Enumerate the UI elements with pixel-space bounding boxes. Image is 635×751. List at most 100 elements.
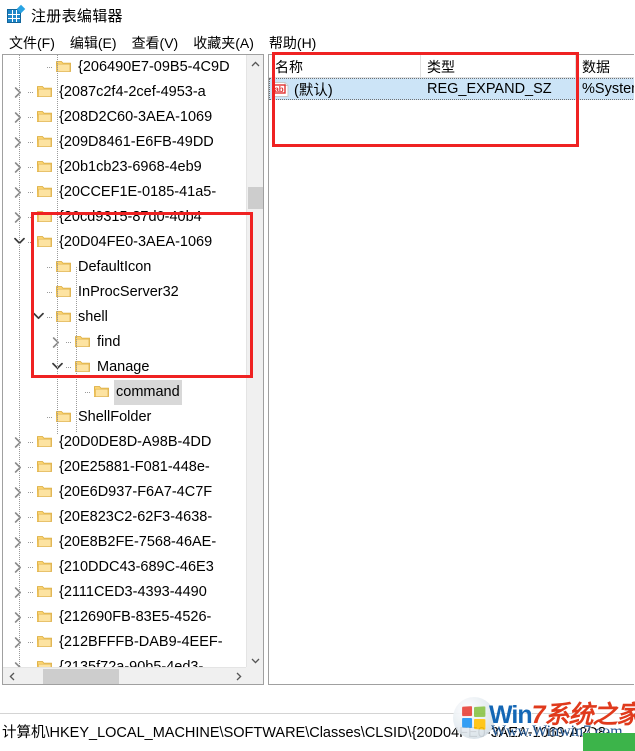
value-name-text: (默认) (294, 82, 333, 99)
tree-node[interactable]: {20E823C2-62F3-4638- (3, 505, 247, 530)
tree-vscroll-thumb[interactable] (248, 187, 263, 209)
tree-node-label: InProcServer32 (78, 284, 179, 300)
tree-node-label: {20CCEF1E-0185-41a5- (59, 184, 217, 200)
column-header-data[interactable]: 数据 (576, 55, 634, 78)
tree-hscroll-thumb[interactable] (43, 669, 119, 684)
registry-editor-icon (6, 4, 26, 24)
tree-node-label: {20E25881-F081-448e- (59, 459, 210, 475)
tree-node[interactable]: {212690FB-83E5-4526- (3, 605, 247, 630)
tree-connector (28, 630, 36, 655)
tree-node-label: shell (78, 309, 108, 325)
folder-icon (36, 605, 53, 630)
tree-guide-line (57, 55, 58, 435)
tree-node[interactable]: {20CCEF1E-0185-41a5- (3, 180, 247, 205)
tree-connector (28, 430, 36, 455)
tree-node-label: {209D8461-E6FB-49DD (59, 134, 214, 150)
tree-node[interactable]: {20D04FE0-3AEA-1069 (3, 230, 247, 255)
tree-connector (28, 205, 36, 230)
svg-text:ab: ab (274, 85, 283, 94)
menu-view[interactable]: 查看(V) (126, 32, 188, 54)
tree-node-label: {20E6D937-F6A7-4C7F (59, 484, 213, 500)
tree-node[interactable]: DefaultIcon (3, 255, 247, 280)
tree-connector (28, 180, 36, 205)
tree-connector (28, 155, 36, 180)
tree-node[interactable]: {206490E7-09B5-4C9D (3, 55, 247, 80)
tree-node-label: {208D2C60-3AEA-1069 (59, 109, 213, 125)
tree-node[interactable]: {209D8461-E6FB-49DD (3, 130, 247, 155)
tree-horizontal-scrollbar[interactable] (3, 667, 247, 684)
tree-node[interactable]: {20E25881-F081-448e- (3, 455, 247, 480)
values-list[interactable]: ab (默认) REG_EXPAND_SZ %System (269, 78, 634, 100)
tree-guide-line (19, 55, 20, 669)
tree-connector (28, 130, 36, 155)
tree-node-label: {20cd9315-87d0-40b4 (59, 209, 202, 225)
tree-node-label: {20D0DE8D-A98B-4DD (59, 434, 212, 450)
tree-node[interactable]: {208D2C60-3AEA-1069 (3, 105, 247, 130)
tree-connector (28, 230, 36, 255)
scroll-right-icon[interactable] (230, 668, 247, 684)
tree-node[interactable]: {20E8B2FE-7568-46AE- (3, 530, 247, 555)
registry-tree-panel: {206490E7-09B5-4C9D {2087c2f4-2cef-4953-a… (2, 54, 264, 685)
tree-node[interactable]: {20cd9315-87d0-40b4 (3, 205, 247, 230)
scroll-up-icon[interactable] (247, 55, 263, 72)
menu-edit[interactable]: 编辑(E) (64, 32, 126, 54)
tree-node[interactable]: {20E6D937-F6A7-4C7F (3, 480, 247, 505)
tree-node-label: {206490E7-09B5-4C9D (78, 59, 230, 75)
tree-node[interactable]: InProcServer32 (3, 280, 247, 305)
title-bar: 注册表编辑器 (0, 0, 635, 30)
registry-editor-window: 注册表编辑器 文件(F) 编辑(E) 查看(V) 收藏夹(A) 帮助(H) {2… (0, 0, 635, 751)
tree-node-spacer (30, 405, 47, 430)
tree-node-label: {210DDC43-689C-46E3 (59, 559, 214, 575)
tree-node-label: {212690FB-83E5-4526- (59, 609, 212, 625)
tree-connector (28, 80, 36, 105)
tree-node[interactable]: {20D0DE8D-A98B-4DD (3, 430, 247, 455)
tree-node-label: {20D04FE0-3AEA-1069 (59, 234, 213, 250)
folder-icon (36, 455, 53, 480)
tree-connector (66, 355, 74, 380)
tree-node[interactable]: find (3, 330, 247, 355)
tree-node[interactable]: {20b1cb23-6968-4eb9 (3, 155, 247, 180)
folder-icon (36, 430, 53, 455)
tree-connector (28, 530, 36, 555)
tree-node-spacer (30, 280, 47, 305)
tree-connector (28, 105, 36, 130)
scroll-left-icon[interactable] (3, 668, 20, 684)
folder-icon (36, 480, 53, 505)
tree-vertical-scrollbar[interactable] (246, 55, 263, 669)
tree-node[interactable]: shell (3, 305, 247, 330)
tree-node[interactable]: command (3, 380, 247, 405)
tree-node[interactable]: {210DDC43-689C-46E3 (3, 555, 247, 580)
value-name-cell: ab (默认) (269, 79, 421, 100)
tree-node[interactable]: ShellFolder (3, 405, 247, 430)
tree-connector (28, 555, 36, 580)
tree-node[interactable]: {2087c2f4-2cef-4953-a (3, 80, 247, 105)
column-header-name[interactable]: 名称 (269, 55, 421, 78)
folder-icon (36, 555, 53, 580)
values-column-header: 名称 类型 数据 (269, 55, 634, 78)
tree-connector (28, 455, 36, 480)
tree-guide-line (76, 267, 77, 433)
tree-node[interactable]: Manage (3, 355, 247, 380)
menu-favorites[interactable]: 收藏夹(A) (187, 32, 263, 54)
tree-connector (28, 480, 36, 505)
folder-icon (36, 105, 53, 130)
tree-connector (47, 280, 55, 305)
tree-connector (85, 380, 93, 405)
tree-node-label: DefaultIcon (78, 259, 152, 275)
value-row[interactable]: ab (默认) REG_EXPAND_SZ %System (269, 78, 634, 100)
column-header-type[interactable]: 类型 (421, 55, 576, 78)
menu-file[interactable]: 文件(F) (3, 32, 64, 54)
tree-node[interactable]: {212BFFFB-DAB9-4EEF- (3, 630, 247, 655)
folder-icon (36, 580, 53, 605)
menu-help[interactable]: 帮助(H) (263, 32, 325, 54)
value-data-cell: %System (582, 81, 634, 97)
tree-connector (47, 305, 55, 330)
status-path: 计算机\HKEY_LOCAL_MACHINE\SOFTWARE\Classes\… (2, 724, 611, 741)
tree-node[interactable]: {2111CED3-4393-4490 (3, 580, 247, 605)
folder-icon (36, 180, 53, 205)
folder-icon (36, 205, 53, 230)
registry-values-panel: 名称 类型 数据 ab (默认) REG_EXPAND_SZ %System (268, 54, 634, 685)
registry-tree[interactable]: {206490E7-09B5-4C9D {2087c2f4-2cef-4953-a… (3, 55, 247, 669)
tree-connector (47, 405, 55, 430)
chevron-down-icon[interactable] (30, 305, 47, 330)
